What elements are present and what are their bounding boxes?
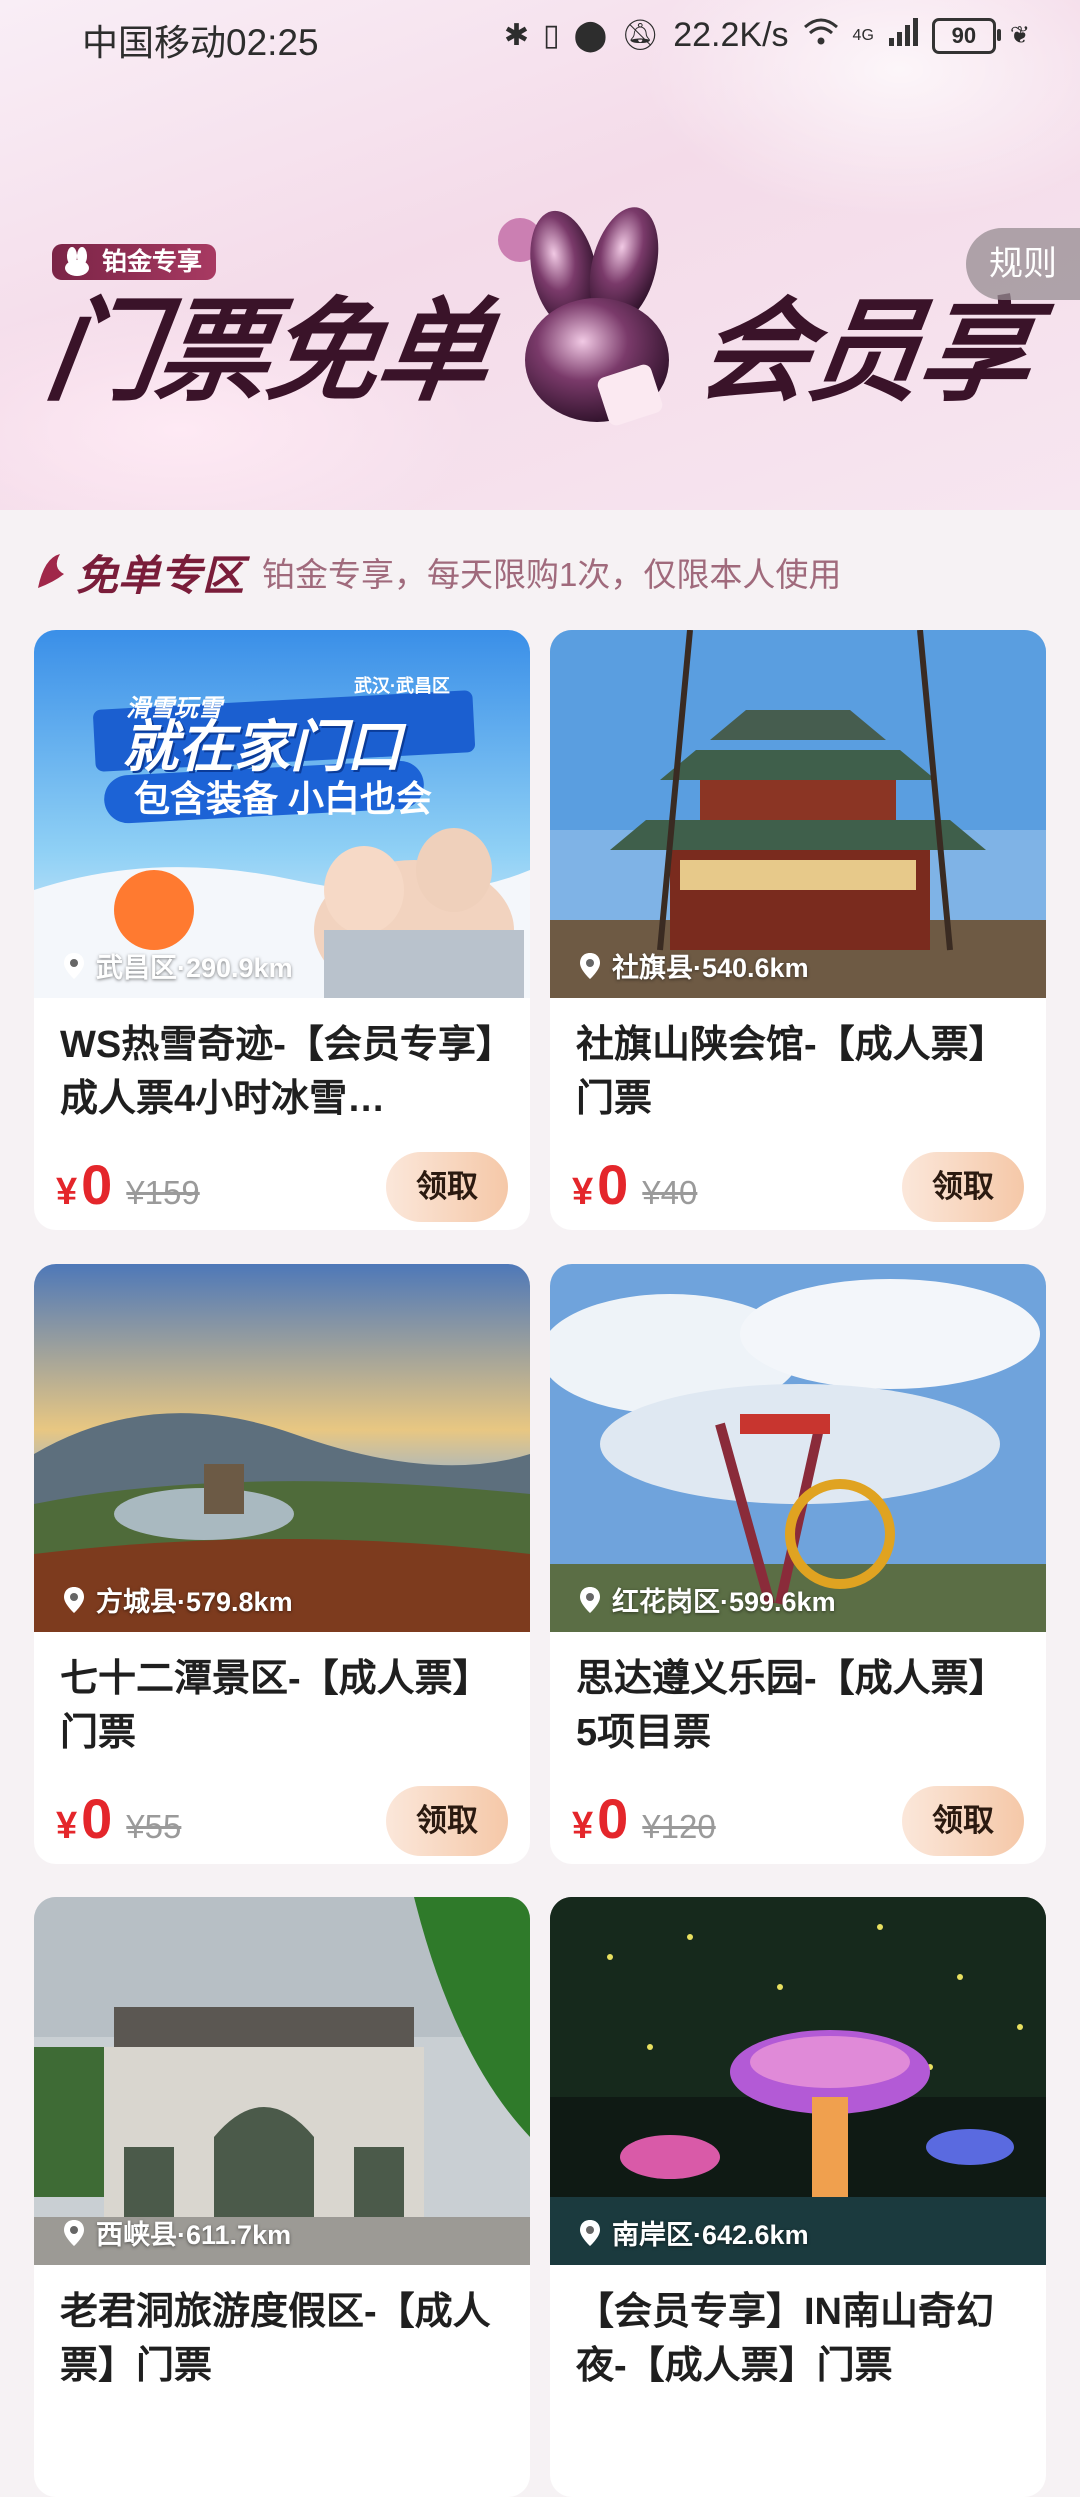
ticket-image: 滑雪玩雪 就在家门口 包含装备 小白也会 武汉·武昌区 武昌区·290.9km [34,630,530,998]
card-location: 红花岗区·599.6km [578,1580,836,1619]
location-icon: ⬤ [573,19,608,52]
price-block: ¥ 0 ¥120 [572,1786,716,1851]
ticket-image: 方城县·579.8km [34,1264,530,1632]
price-currency: ¥ [572,1805,594,1847]
platinum-rabbit-icon [65,247,89,276]
price-block: ¥ 0 ¥40 [572,1152,697,1217]
card-location: 社旗县·540.6km [578,946,809,985]
current-price: 0 [597,1153,629,1216]
status-bar: 中国移动02:25 ✱ ▯ ⬤ 🔕︎ 22.2K/s 4G 90 ❦ [0,0,1080,76]
card-location: 西峡县·611.7km [62,2213,291,2252]
card-location: 方城县·579.8km [62,1580,293,1619]
ticket-name: 社旗山陕会馆-【成人票】门票 [576,1024,1007,1120]
ticket-card[interactable]: 西峡县·611.7km 老君洞旅游度假区-【成人票】门票 [34,1897,530,2497]
current-price: 0 [81,1153,113,1216]
ticket-name: 思达遵义乐园-【成人票】5项目票 [576,1658,1007,1754]
clock: 02:25 [226,22,319,63]
hero-title-right: 会员享 [691,289,1039,414]
network-speed: 22.2K/s [673,16,789,54]
section-subtitle: 铂金专享，每天限购1次，仅限本人使用 [262,556,842,593]
claim-button[interactable]: 领取 [902,1152,1024,1222]
hero-title-left: 门票免单 [39,289,497,414]
card-location: 武昌区·290.9km [62,946,293,985]
ticket-image: 红花岗区·599.6km [550,1264,1046,1632]
vibrate-icon: ▯ [543,19,560,52]
claim-button[interactable]: 领取 [902,1786,1024,1856]
wifi-icon [803,17,839,55]
card-location: 南岸区·642.6km [578,2213,809,2252]
ticket-card[interactable]: 红花岗区·599.6km 思达遵义乐园-【成人票】5项目票 ¥ 0 ¥120 领… [550,1264,1046,1864]
price-currency: ¥ [572,1171,594,1213]
location-pin-icon [580,2219,600,2246]
ticket-name: WS热雪奇迹-【会员专享】成人票4小时冰雪… [60,1024,495,1120]
price-block: ¥ 0 ¥159 [56,1152,200,1217]
platinum-badge-label: 铂金专享 [102,248,203,276]
price-currency: ¥ [56,1171,78,1213]
ticket-card[interactable]: 南岸区·642.6km 【会员专享】IN南山奇幻夜-【成人票】门票 [550,1897,1046,2497]
ticket-card[interactable]: 方城县·579.8km 七十二潭景区-【成人票】门票 ¥ 0 ¥55 领取 [34,1264,530,1864]
rabbit-mascot-icon [498,207,669,426]
section-title: 免单专区 [76,551,245,599]
original-price: ¥55 [126,1808,182,1845]
ticket-name: 老君洞旅游度假区-【成人票】门票 [60,2291,491,2387]
original-price: ¥120 [642,1808,716,1845]
price-block: ¥ 0 ¥55 [56,1786,181,1851]
section-header: 免单专区 铂金专享，每天限购1次，仅限本人使用 [34,546,842,599]
mute-bell-icon: 🔕︎ [621,19,660,52]
rules-button[interactable]: 规则 [966,228,1080,300]
location-pin-icon [64,952,84,979]
section-rabbit-icon [38,554,64,588]
poster-tag: 武汉·武昌区 [354,676,450,696]
location-pin-icon [64,1586,84,1613]
bluetooth-icon: ✱ [503,19,530,52]
ticket-image: 西峡县·611.7km [34,1897,530,2265]
leaf-icon: ❦ [1009,22,1030,49]
signal-icon [888,17,918,54]
poster-line3: 包含装备 小白也会 [134,778,433,819]
claim-button[interactable]: 领取 [386,1152,508,1222]
network-type: 4G [852,26,874,44]
ticket-image: 南岸区·642.6km [550,1897,1046,2265]
current-price: 0 [597,1787,629,1850]
location-pin-icon [580,1586,600,1613]
price-currency: ¥ [56,1805,78,1847]
ticket-card[interactable]: 社旗县·540.6km 社旗山陕会馆-【成人票】门票 ¥ 0 ¥40 领取 [550,630,1046,1230]
location-pin-icon [64,2219,84,2246]
original-price: ¥40 [642,1174,698,1211]
battery-icon: 90 [931,17,1001,54]
ticket-name: 【会员专享】IN南山奇幻夜-【成人票】门票 [576,2291,995,2387]
claim-button[interactable]: 领取 [386,1786,508,1856]
current-price: 0 [81,1787,113,1850]
carrier-label: 中国移动 [82,22,227,63]
ticket-card[interactable]: 滑雪玩雪 就在家门口 包含装备 小白也会 武汉·武昌区 武昌区·290.9km … [34,630,530,1230]
original-price: ¥159 [126,1174,200,1211]
hero-banner: 中国移动02:25 ✱ ▯ ⬤ 🔕︎ 22.2K/s 4G 90 ❦ 铂金专享 … [0,0,1080,510]
ticket-name: 七十二潭景区-【成人票】门票 [60,1658,491,1754]
ticket-image: 社旗县·540.6km [550,630,1046,998]
platinum-badge: 铂金专享 [52,244,217,280]
location-pin-icon [580,952,600,979]
